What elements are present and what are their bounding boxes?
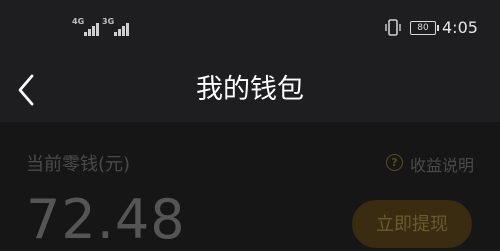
status-time: 4:05 <box>442 18 478 37</box>
vibrate-icon <box>385 19 401 36</box>
battery-icon: 80 <box>410 21 439 35</box>
wallet-card: 当前零钱(元) ? 收益说明 72.48 立即提现 <box>0 122 500 251</box>
nav-bar: 我的钱包 <box>0 58 500 122</box>
network-type-label: 4G <box>72 17 85 26</box>
balance-label: 当前零钱(元) <box>26 154 131 175</box>
signal-icon <box>84 22 102 36</box>
signal-icon <box>114 22 132 36</box>
question-circle-icon: ? <box>386 154 403 171</box>
withdraw-button[interactable]: 立即提现 <box>352 200 472 248</box>
status-bar: 4G 3G 80 4:05 <box>0 0 500 58</box>
earnings-info-label: 收益说明 <box>410 156 475 175</box>
balance-amount: 72.48 <box>26 188 186 251</box>
page-title: 我的钱包 <box>196 74 304 105</box>
network-type-label: 3G <box>102 17 115 26</box>
